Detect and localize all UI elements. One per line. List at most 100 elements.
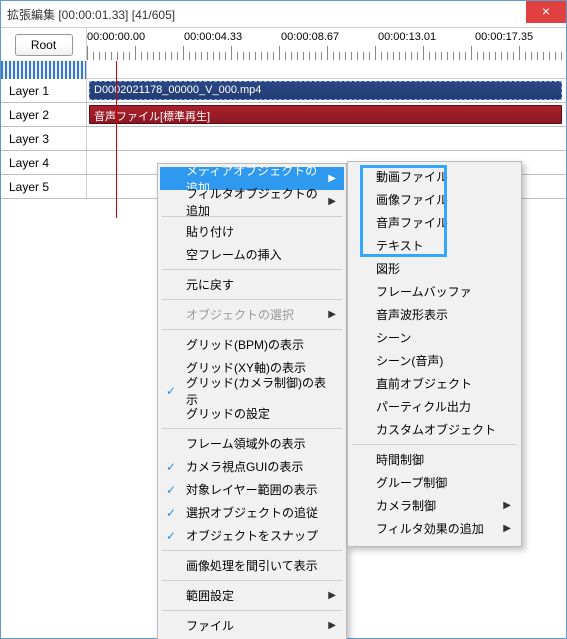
menu-item-label: フレームバッファ [376,283,472,300]
menu-separator [162,299,342,300]
menu-item[interactable]: 貼り付け [160,220,344,243]
menu-item[interactable]: 空フレームの挿入 [160,243,344,266]
menu-item-label: オブジェクトをスナップ [186,527,318,544]
menu-item-label: 貼り付け [186,223,234,240]
layer-label[interactable]: Layer 2 [1,103,87,126]
layer-row[interactable]: Layer 1D0002021178_00000_V_000.mp4 [1,79,566,103]
context-menu[interactable]: メディアオブジェクトの追加▶フィルタオブジェクトの追加▶貼り付け空フレームの挿入… [157,163,347,639]
menu-item-label: テキスト [376,237,424,254]
layer-row[interactable]: Layer 3 [1,127,566,151]
video-clip[interactable]: D0002021178_00000_V_000.mp4 [89,81,562,100]
ruler-tick-label: 00:00:13.01 [378,31,436,43]
menu-item[interactable]: 元に戻す [160,273,344,296]
menu-item[interactable]: ✓ カメラ視点GUIの表示 [160,455,344,478]
chevron-right-icon: ▶ [328,590,336,601]
check-icon: ✓ [166,483,176,497]
chevron-right-icon: ▶ [328,309,336,320]
menu-item[interactable]: フィルタオブジェクトの追加▶ [160,190,344,213]
menu-item-label: 画像処理を間引いて表示 [186,557,318,574]
menu-item[interactable]: パーティクル出力 [350,395,519,418]
timeline-ruler[interactable]: 00:00:00.00 00:00:04.33 00:00:08.67 00:00:1… [87,28,566,61]
menu-item[interactable]: ファイル▶ [160,614,344,637]
playhead[interactable] [116,61,117,218]
menu-item[interactable]: グリッド(BPM)の表示 [160,333,344,356]
ruler-tick-label: 00:00:04.33 [184,31,242,43]
menu-item[interactable]: グリッドの設定 [160,402,344,425]
menu-item[interactable]: カスタムオブジェクト [350,418,519,441]
menu-item[interactable]: ✓選択オブジェクトの追従 [160,501,344,524]
toolbar-row: Root 00:00:00.0000:00:04.3300:00:08.6700… [1,27,566,61]
ruler-tick-label: 00:00:00.00 [87,31,145,43]
menu-item-label: 範囲設定 [186,587,234,604]
menu-item[interactable]: 画像処理を間引いて表示 [160,554,344,577]
menu-item-label: 動画ファイル [376,168,448,185]
menu-item-label: シーン [376,329,411,346]
menu-item[interactable]: フィルタ効果の追加▶ [350,517,519,540]
menu-item[interactable]: 図形 [350,257,519,280]
frame-hatch-row [1,61,566,79]
check-icon: ✓ [166,506,176,520]
check-icon: ✓ [166,529,176,543]
layer-label[interactable]: Layer 3 [1,127,87,150]
ruler-tick-label: 00:00:08.67 [281,31,339,43]
menu-separator [162,550,342,551]
menu-item-label: カメラ制御 [376,497,436,514]
menu-item[interactable]: 動画ファイル [350,165,519,188]
menu-item-label: フィルタオブジェクトの追加 [186,185,328,219]
check-icon: ✓ [166,460,176,474]
menu-item: オブジェクトの選択 ▶ [160,303,344,326]
menu-separator [162,269,342,270]
menu-item[interactable]: フレームバッファ [350,280,519,303]
root-button[interactable]: Root [15,34,73,56]
menu-item-label: パーティクル出力 [376,398,471,415]
menu-item-label: 対象レイヤー範囲の表示 [186,481,318,498]
menu-item[interactable]: シーン [350,326,519,349]
chevron-right-icon: ▶ [503,500,511,511]
audio-clip[interactable]: 音声ファイル[標準再生] [89,105,562,124]
menu-item-label: 音声波形表示 [376,306,448,323]
layer-row[interactable]: Layer 2音声ファイル[標準再生] [1,103,566,127]
menu-separator [162,216,342,217]
layer-label[interactable]: Layer 4 [1,151,87,174]
menu-item[interactable]: グループ制御 [350,471,519,494]
menu-item-label: シーン(音声) [376,352,443,369]
menu-item[interactable]: ✓ オブジェクトをスナップ [160,524,344,547]
menu-item[interactable]: 音声ファイル [350,211,519,234]
menu-separator [162,610,342,611]
menu-item[interactable]: 範囲設定 ▶ [160,584,344,607]
menu-item-label: オブジェクトの選択 [186,306,294,323]
layer-label[interactable]: Layer 5 [1,175,87,198]
layer-label[interactable]: Layer 1 [1,79,87,102]
chevron-right-icon: ▶ [328,173,336,184]
chevron-right-icon: ▶ [328,196,336,207]
menu-item-label: 直前オブジェクト [376,375,472,392]
menu-item[interactable]: ✓グリッド(カメラ制御)の表示 [160,379,344,402]
menu-item[interactable]: 直前オブジェクト [350,372,519,395]
window: 拡張編集 [00:00:01.33] [41/605] × Root 00:00… [0,0,567,639]
menu-item-label: フィルタ効果の追加 [376,520,484,537]
layer-track[interactable]: D0002021178_00000_V_000.mp4 [87,79,566,102]
frame-hatch [1,61,87,79]
close-button[interactable]: × [526,1,566,23]
menu-item[interactable]: シーン(音声) [350,349,519,372]
menu-item[interactable]: テキスト [350,234,519,257]
menu-item-label: グループ制御 [376,474,447,491]
menu-item-label: 図形 [376,260,400,277]
menu-item-label: カメラ視点GUIの表示 [186,458,303,475]
layer-track[interactable] [87,127,566,150]
chevron-right-icon: ▶ [328,620,336,631]
menu-separator [162,580,342,581]
menu-item[interactable]: 音声波形表示 [350,303,519,326]
menu-item-label: フレーム領域外の表示 [186,435,306,452]
menu-item-label: 空フレームの挿入 [186,246,282,263]
menu-separator [162,329,342,330]
menu-item[interactable]: フレーム領域外の表示 [160,432,344,455]
menu-item[interactable]: 時間制御 [350,448,519,471]
menu-item[interactable]: 画像ファイル [350,188,519,211]
menu-item[interactable]: カメラ制御 ▶ [350,494,519,517]
menu-item-label: 音声ファイル [376,214,448,231]
menu-item[interactable]: ✓ 対象レイヤー範囲の表示 [160,478,344,501]
layer-track[interactable]: 音声ファイル[標準再生] [87,103,566,126]
menu-item-label: グリッドの設定 [186,405,270,422]
context-submenu[interactable]: 動画ファイル画像ファイル音声ファイルテキスト図形フレームバッファ音声波形表示シー… [347,161,522,547]
